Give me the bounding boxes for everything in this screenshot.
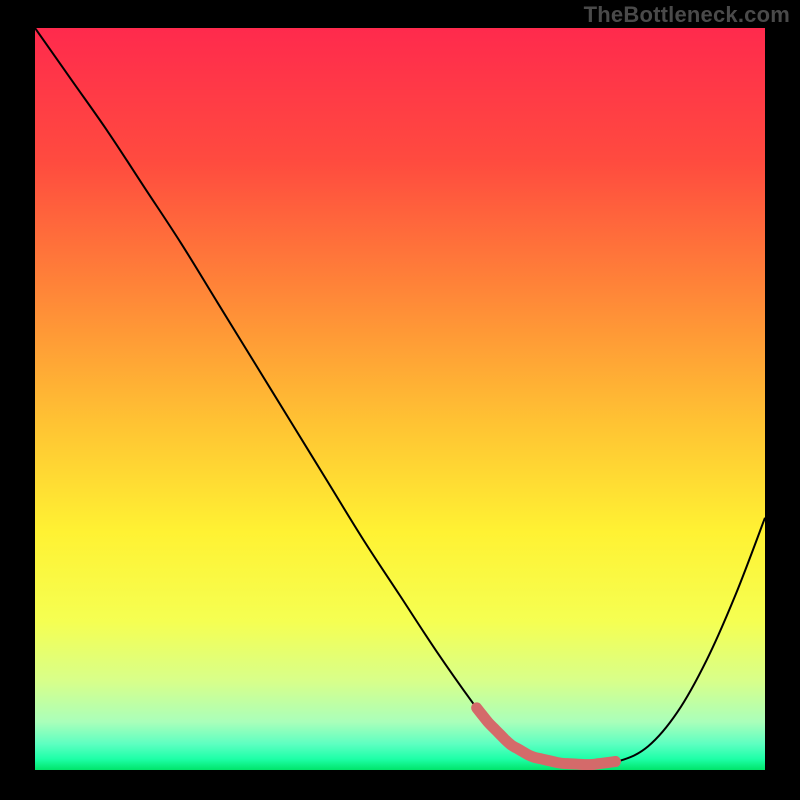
optimal-range-end-dot [610,756,621,767]
chart-frame: TheBottleneck.com [0,0,800,800]
watermark-text: TheBottleneck.com [584,2,790,28]
chart-svg [35,28,765,770]
gradient-background [35,28,765,770]
plot-area [35,28,765,770]
